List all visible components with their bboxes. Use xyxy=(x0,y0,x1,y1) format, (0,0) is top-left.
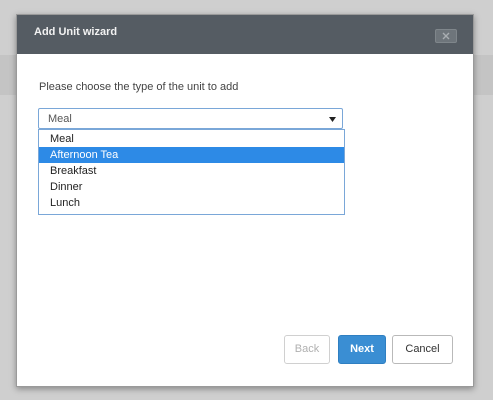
option-meal[interactable]: Meal xyxy=(39,131,344,147)
dialog-header: Add Unit wizard xyxy=(17,15,473,54)
caret-down-icon xyxy=(329,117,336,122)
option-breakfast[interactable]: Breakfast xyxy=(39,163,344,179)
back-button[interactable]: Back xyxy=(284,335,330,364)
option-dinner[interactable]: Dinner xyxy=(39,179,344,195)
close-icon xyxy=(442,32,450,40)
dialog-prompt: Please choose the type of the unit to ad… xyxy=(39,81,239,93)
add-unit-dialog: Add Unit wizard Please choose the type o… xyxy=(16,14,474,387)
dialog-title: Add Unit wizard xyxy=(34,26,118,38)
select-value: Meal xyxy=(48,113,72,125)
cancel-button[interactable]: Cancel xyxy=(392,335,453,364)
next-button[interactable]: Next xyxy=(338,335,386,364)
option-afternoon-tea[interactable]: Afternoon Tea xyxy=(39,147,344,163)
unit-type-dropdown-list: Meal Afternoon Tea Breakfast Dinner Lunc… xyxy=(38,129,345,215)
close-button[interactable] xyxy=(435,29,457,43)
option-lunch[interactable]: Lunch xyxy=(39,195,344,211)
unit-type-select[interactable]: Meal xyxy=(38,108,343,129)
